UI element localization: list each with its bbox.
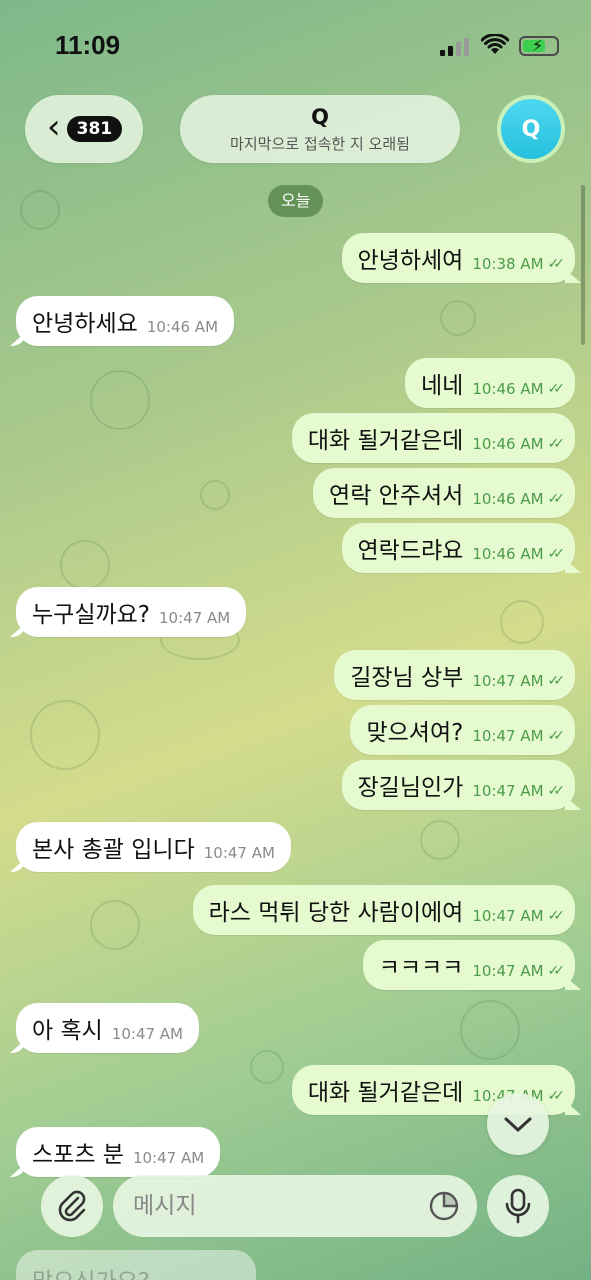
read-receipt-icon: ✓✓ bbox=[547, 963, 566, 979]
message-input-field[interactable] bbox=[113, 1175, 477, 1237]
message-time: 10:47 AM bbox=[203, 844, 275, 862]
message-text: 안녕하세여 bbox=[357, 248, 464, 274]
message-input[interactable] bbox=[113, 1175, 477, 1237]
message-text: 장길님인가 bbox=[357, 775, 464, 801]
scrollbar bbox=[581, 185, 585, 345]
message-text: 연락드랴요 bbox=[357, 538, 464, 564]
message-text: 스포츠 분 bbox=[32, 1142, 124, 1168]
message-text: 누구실까요? bbox=[32, 602, 151, 628]
message-time: 10:38 AM bbox=[472, 255, 544, 273]
message-text: 맞으셔여? bbox=[366, 720, 464, 746]
message-time: 10:46 AM bbox=[472, 380, 544, 398]
voice-message-button[interactable] bbox=[487, 1175, 549, 1237]
message-text: ㅋㅋㅋㅋ bbox=[378, 955, 464, 981]
unread-count-badge: 381 bbox=[66, 116, 123, 142]
paperclip-icon bbox=[58, 1190, 86, 1222]
incoming-message-bubble[interactable]: 안녕하세요 10:46 AM bbox=[16, 296, 235, 346]
read-receipt-icon: ✓✓ bbox=[547, 1088, 566, 1104]
message-text: 아 혹시 bbox=[32, 1018, 103, 1044]
chevron-down-icon bbox=[504, 1117, 532, 1132]
outgoing-message-bubble[interactable]: 장길님인가 10:47 AM ✓✓ bbox=[341, 760, 575, 810]
message-time: 10:46 AM bbox=[472, 490, 544, 508]
read-receipt-icon: ✓✓ bbox=[547, 673, 566, 689]
message-time: 10:47 AM bbox=[159, 609, 231, 627]
message-text: 네네 bbox=[421, 373, 464, 399]
message-time: 10:46 AM bbox=[472, 545, 544, 563]
outgoing-message-bubble[interactable]: 네네 10:46 AM ✓✓ bbox=[405, 358, 575, 408]
outgoing-message-bubble[interactable]: 대화 될거같은데 10:46 AM ✓✓ bbox=[291, 413, 575, 463]
back-button[interactable]: ‹ 381 bbox=[25, 95, 143, 163]
attach-button[interactable] bbox=[41, 1175, 103, 1237]
message-time: 10:47 AM bbox=[472, 962, 544, 980]
chat-title-button[interactable]: Q 마지막으로 접속한 지 오래됨 bbox=[180, 95, 460, 163]
message-text: 대화 될거같은데 bbox=[307, 428, 464, 454]
read-receipt-icon: ✓✓ bbox=[547, 728, 566, 744]
read-receipt-icon: ✓✓ bbox=[547, 783, 566, 799]
message-bubble-partial: 맞으신가요? bbox=[16, 1250, 256, 1280]
battery-icon: ⚡ bbox=[519, 36, 559, 56]
avatar-letter: Q bbox=[501, 99, 561, 159]
chevron-left-icon: ‹ bbox=[47, 107, 61, 147]
message-time: 10:46 AM bbox=[146, 318, 219, 336]
incoming-message-bubble[interactable]: 아 혹시 10:47 AM bbox=[16, 1003, 199, 1053]
incoming-message-bubble[interactable]: 누구실까요? 10:47 AM bbox=[16, 587, 247, 637]
outgoing-message-bubble[interactable]: 안녕하세여 10:38 AM ✓✓ bbox=[341, 233, 575, 283]
message-text: 안녕하세요 bbox=[32, 311, 138, 337]
read-receipt-icon: ✓✓ bbox=[547, 908, 566, 924]
microphone-icon bbox=[505, 1188, 531, 1224]
incoming-message-bubble[interactable]: 본사 총괄 입니다 10:47 AM bbox=[16, 822, 291, 872]
read-receipt-icon: ✓✓ bbox=[547, 256, 566, 272]
avatar[interactable]: Q bbox=[497, 95, 565, 163]
message-text: 맞으신가요? bbox=[32, 1269, 150, 1280]
message-text: 본사 총괄 입니다 bbox=[32, 837, 195, 863]
message-time: 10:47 AM bbox=[132, 1149, 205, 1167]
message-time: 10:47 AM bbox=[111, 1025, 183, 1043]
clock: 11:09 bbox=[55, 30, 121, 60]
message-time: 10:47 AM bbox=[472, 672, 544, 690]
message-time: 10:47 AM bbox=[472, 727, 544, 745]
read-receipt-icon: ✓✓ bbox=[547, 436, 566, 452]
scroll-to-bottom-button[interactable] bbox=[487, 1093, 549, 1155]
date-separator: 오늘 bbox=[268, 185, 324, 217]
message-text: 대화 될거같은데 bbox=[307, 1080, 464, 1106]
outgoing-message-bubble[interactable]: 라스 먹튀 당한 사람이에여 10:47 AM ✓✓ bbox=[192, 885, 575, 935]
message-text: 연락 안주셔서 bbox=[329, 483, 464, 509]
message-text: 길장님 상부 bbox=[350, 665, 464, 691]
read-receipt-icon: ✓✓ bbox=[547, 546, 566, 562]
read-receipt-icon: ✓✓ bbox=[547, 381, 566, 397]
message-time: 10:46 AM bbox=[472, 435, 544, 453]
outgoing-message-bubble[interactable]: 연락 안주셔서 10:46 AM ✓✓ bbox=[313, 468, 575, 518]
message-text: 라스 먹튀 당한 사람이에여 bbox=[208, 900, 464, 926]
message-time: 10:47 AM bbox=[472, 782, 544, 800]
outgoing-message-bubble[interactable]: 길장님 상부 10:47 AM ✓✓ bbox=[334, 650, 575, 700]
sticker-icon[interactable] bbox=[428, 1190, 460, 1222]
message-time: 10:47 AM bbox=[472, 907, 544, 925]
status-bar: 11:09 ⚡ bbox=[0, 0, 591, 90]
read-receipt-icon: ✓✓ bbox=[547, 491, 566, 507]
charging-bolt-icon: ⚡ bbox=[532, 36, 544, 55]
chat-name: Q bbox=[311, 105, 329, 129]
outgoing-message-bubble[interactable]: 연락드랴요 10:46 AM ✓✓ bbox=[341, 523, 575, 573]
wifi-icon bbox=[481, 34, 509, 54]
outgoing-message-bubble[interactable]: ㅋㅋㅋㅋ 10:47 AM ✓✓ bbox=[362, 940, 575, 990]
cellular-signal-icon bbox=[440, 38, 469, 56]
outgoing-message-bubble[interactable]: 맞으셔여? 10:47 AM ✓✓ bbox=[350, 705, 575, 755]
incoming-message-bubble[interactable]: 스포츠 분 10:47 AM bbox=[16, 1127, 221, 1177]
chat-last-seen: 마지막으로 접속한 지 오래됨 bbox=[230, 135, 410, 153]
